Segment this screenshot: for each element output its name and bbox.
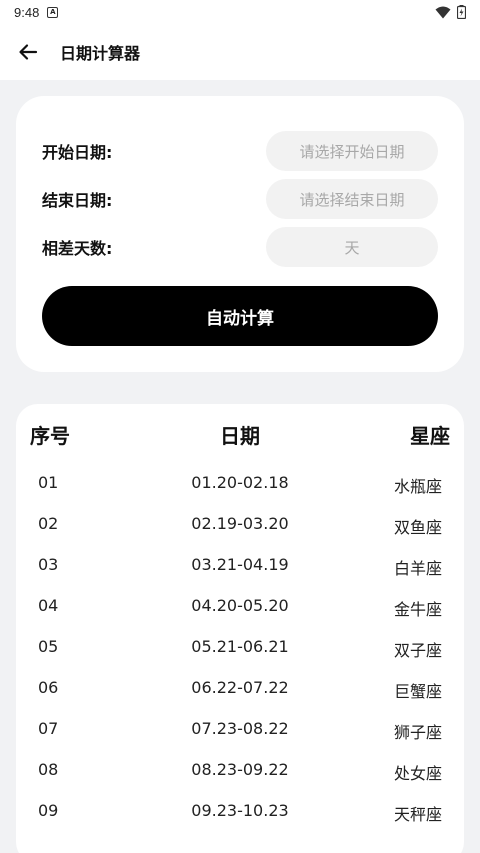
start-date-field[interactable]: 请选择开始日期 (266, 131, 438, 171)
battery-icon (457, 5, 466, 19)
end-date-field[interactable]: 请选择结束日期 (266, 179, 438, 219)
row-zodiac: 双鱼座 (393, 518, 442, 537)
start-date-row: 开始日期: 请选择开始日期 (42, 131, 438, 171)
zodiac-table-card: 序号 日期 星座 01 01.20-02.18 水瓶座 02 02.19-03.… (16, 404, 464, 853)
app-bar: 日期计算器 (0, 24, 480, 80)
row-zodiac: 天秤座 (393, 805, 442, 824)
date-form-card: 开始日期: 请选择开始日期 结束日期: 请选择结束日期 相差天数: 天 自动计算 (16, 96, 464, 372)
end-date-label: 结束日期: (42, 191, 113, 210)
table-body: 01 01.20-02.18 水瓶座 02 02.19-03.20 双鱼座 03… (16, 463, 464, 832)
notification-icon: A (47, 6, 59, 18)
row-zodiac: 白羊座 (393, 559, 442, 578)
table-row: 06 06.22-07.22 巨蟹座 (16, 668, 464, 709)
row-zodiac: 水瓶座 (393, 477, 442, 496)
status-bar: 9:48 A (0, 0, 480, 24)
table-row: 04 04.20-05.20 金牛座 (16, 586, 464, 627)
row-zodiac: 双子座 (393, 641, 442, 660)
page-title: 日期计算器 (60, 44, 141, 63)
day-diff-row: 相差天数: 天 (42, 227, 438, 267)
row-zodiac: 金牛座 (393, 600, 442, 619)
row-zodiac: 巨蟹座 (393, 682, 442, 701)
auto-calculate-button[interactable]: 自动计算 (42, 286, 438, 346)
row-zodiac: 处女座 (393, 764, 442, 783)
day-diff-field[interactable]: 天 (266, 227, 438, 267)
header-zodiac: 星座 (410, 423, 450, 448)
day-diff-label: 相差天数: (42, 239, 113, 258)
table-row: 05 05.21-06.21 双子座 (16, 627, 464, 668)
end-date-row: 结束日期: 请选择结束日期 (42, 179, 438, 219)
table-row: 03 03.21-04.19 白羊座 (16, 545, 464, 586)
back-button[interactable] (0, 24, 56, 80)
row-zodiac: 狮子座 (393, 723, 442, 742)
header-date: 日期 (220, 423, 260, 448)
table-header: 序号 日期 星座 (16, 418, 464, 450)
table-row: 08 08.23-09.22 处女座 (16, 750, 464, 791)
status-icons (435, 5, 466, 19)
wifi-icon (435, 6, 451, 18)
table-row: 01 01.20-02.18 水瓶座 (16, 463, 464, 504)
arrow-back-icon (19, 44, 38, 60)
table-row: 07 07.23-08.22 狮子座 (16, 709, 464, 750)
start-date-label: 开始日期: (42, 143, 113, 162)
table-row: 09 09.23-10.23 天秤座 (16, 791, 464, 832)
table-row: 02 02.19-03.20 双鱼座 (16, 504, 464, 545)
status-time: 9:48 (14, 4, 40, 20)
